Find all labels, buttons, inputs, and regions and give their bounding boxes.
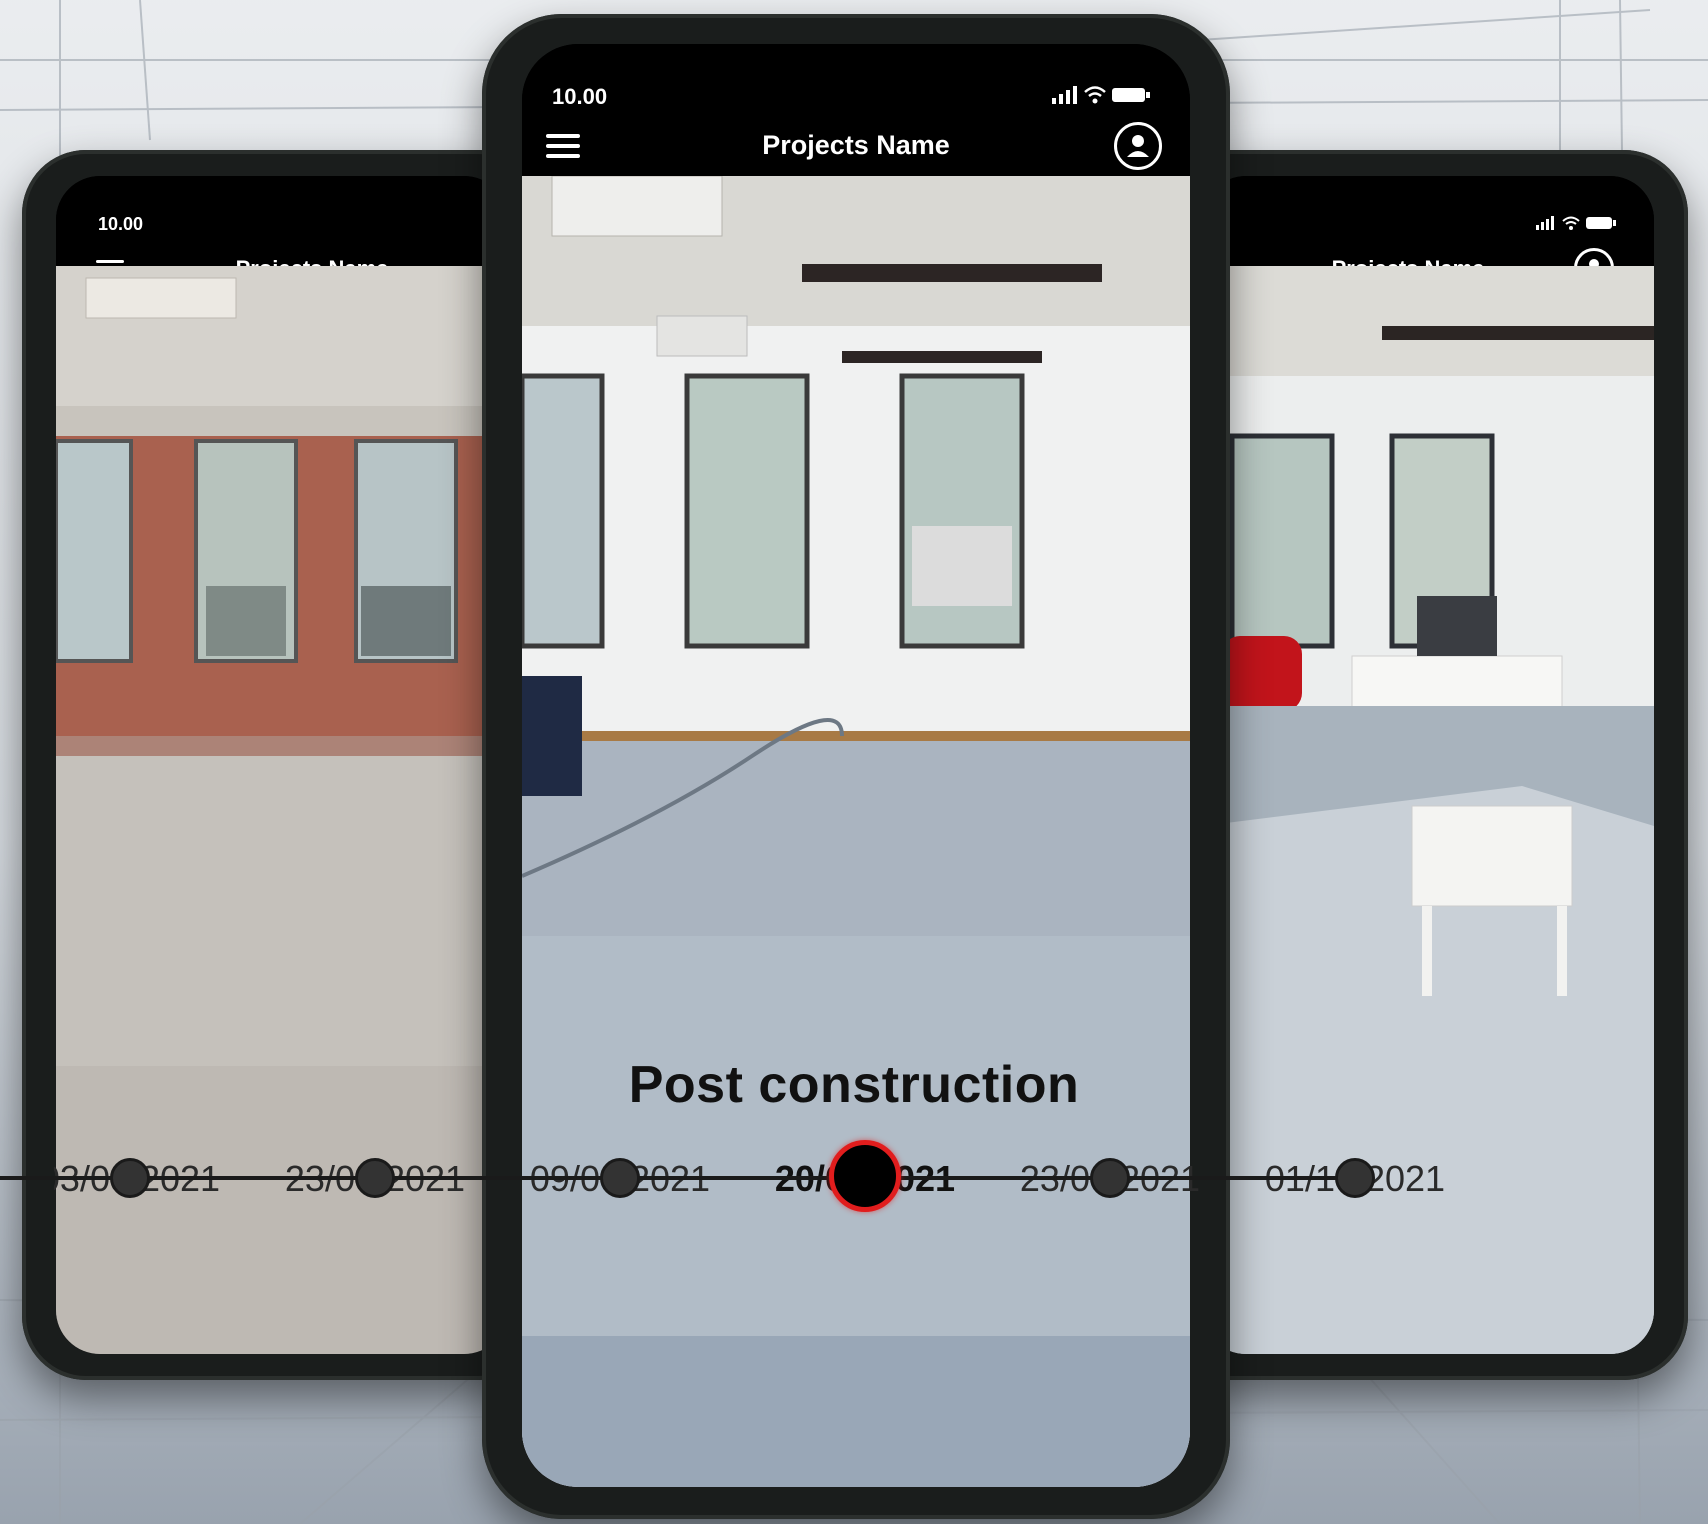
signal-bars-icon bbox=[1536, 216, 1554, 230]
signal-bars-icon bbox=[1052, 86, 1077, 104]
status-time-left: 10.00 bbox=[98, 214, 144, 234]
timeline-dot-5[interactable] bbox=[1090, 1158, 1130, 1198]
date-timeline bbox=[0, 1140, 1708, 1212]
timeline-dot-6[interactable] bbox=[1335, 1158, 1375, 1198]
timeline-dot-1[interactable] bbox=[110, 1158, 150, 1198]
status-icons-center bbox=[1052, 86, 1150, 104]
status-time-center: 10.00 bbox=[552, 84, 608, 109]
wifi-icon bbox=[1562, 216, 1580, 230]
timeline-dot-2[interactable] bbox=[355, 1158, 395, 1198]
header-title-center: Projects Name bbox=[762, 130, 950, 160]
phone-mockup-center: 10.00 Projects Name bbox=[482, 14, 1230, 1519]
timeline-track bbox=[0, 1176, 1360, 1180]
user-account-icon[interactable] bbox=[1114, 122, 1162, 170]
wifi-icon bbox=[1084, 86, 1106, 104]
timeline-dot-3[interactable] bbox=[600, 1158, 640, 1198]
phone-screen-center: 10.00 Projects Name bbox=[522, 44, 1190, 1487]
timeline-dot-4-active[interactable] bbox=[829, 1140, 901, 1212]
current-stage-label: Post construction bbox=[628, 1056, 1080, 1114]
battery-icon bbox=[1112, 88, 1150, 102]
app-header-center: 10.00 Projects Name bbox=[522, 44, 1190, 176]
status-icons-right bbox=[1536, 216, 1616, 230]
battery-icon bbox=[1586, 217, 1616, 229]
room-photo-post-construction bbox=[522, 176, 1190, 1487]
